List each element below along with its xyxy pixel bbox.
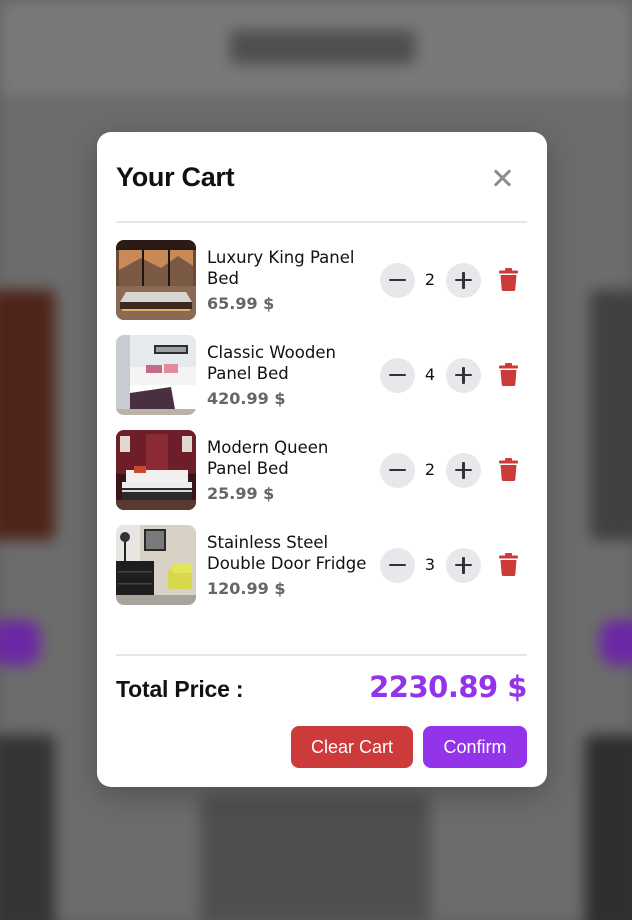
item-name: Luxury King Panel Bed xyxy=(207,248,355,288)
quantity-value: 2 xyxy=(424,460,436,479)
item-price: 420.99 $ xyxy=(207,389,286,408)
close-icon[interactable] xyxy=(490,166,514,190)
clear-cart-button[interactable]: Clear Cart xyxy=(291,726,413,768)
living-room-yellow-chair-image xyxy=(116,525,196,605)
total-price-value: 2230.89 $ xyxy=(369,670,527,704)
cart-modal: Your Cart Luxury King Panel Bed 65.99 $ … xyxy=(97,132,547,787)
header-divider xyxy=(116,221,527,223)
bedroom-white-wall-image xyxy=(116,335,196,415)
minus-icon xyxy=(389,469,406,472)
item-price: 65.99 $ xyxy=(207,294,275,313)
item-name: Classic Wooden Panel Bed xyxy=(207,343,336,383)
quantity-value: 2 xyxy=(424,270,436,289)
trash-icon[interactable] xyxy=(499,553,518,576)
increase-quantity-button[interactable] xyxy=(446,548,481,583)
increase-quantity-button[interactable] xyxy=(446,263,481,298)
bedroom-red-wall-image xyxy=(116,430,196,510)
item-name: Stainless Steel Double Door Fridge xyxy=(207,533,367,573)
trash-icon[interactable] xyxy=(499,363,518,386)
minus-icon xyxy=(389,564,406,567)
footer-divider xyxy=(116,654,527,656)
quantity-value: 4 xyxy=(424,365,436,384)
bed-mountain-view-image xyxy=(116,240,196,320)
minus-icon xyxy=(389,374,406,377)
cart-item: Luxury King Panel Bed 65.99 $ 2 xyxy=(116,240,527,320)
decrease-quantity-button[interactable] xyxy=(380,358,415,393)
increase-quantity-button[interactable] xyxy=(446,358,481,393)
quantity-value: 3 xyxy=(424,555,436,574)
decrease-quantity-button[interactable] xyxy=(380,548,415,583)
decrease-quantity-button[interactable] xyxy=(380,263,415,298)
confirm-button[interactable]: Confirm xyxy=(423,726,527,768)
item-price: 120.99 $ xyxy=(207,579,286,598)
item-price: 25.99 $ xyxy=(207,484,275,503)
minus-icon xyxy=(389,279,406,282)
decrease-quantity-button[interactable] xyxy=(380,453,415,488)
cart-item: Classic Wooden Panel Bed 420.99 $ 4 xyxy=(116,335,527,415)
increase-quantity-button[interactable] xyxy=(446,453,481,488)
modal-title: Your Cart xyxy=(116,162,235,192)
cart-item: Modern Queen Panel Bed 25.99 $ 2 xyxy=(116,430,527,510)
total-price-label: Total Price : xyxy=(116,676,244,702)
trash-icon[interactable] xyxy=(499,458,518,481)
trash-icon[interactable] xyxy=(499,268,518,291)
item-name: Modern Queen Panel Bed xyxy=(207,438,329,478)
cart-item: Stainless Steel Double Door Fridge 120.9… xyxy=(116,525,527,605)
